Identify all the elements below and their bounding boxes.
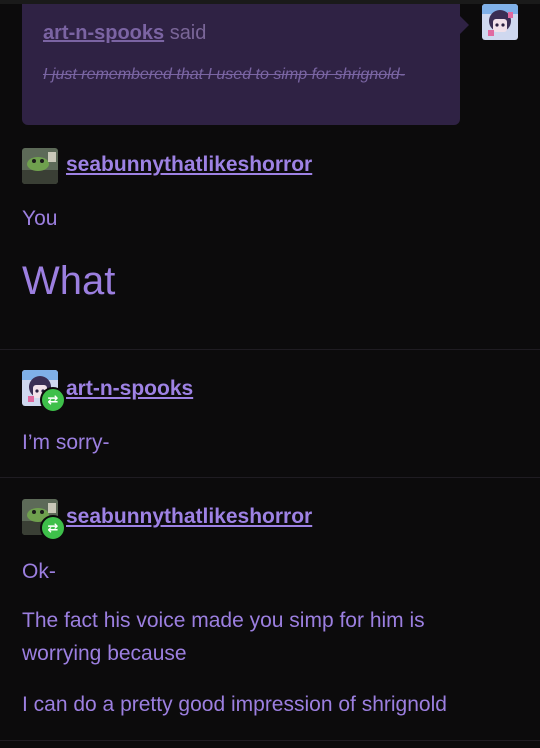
post-divider xyxy=(0,477,540,478)
quote-text: I just remembered that I used to simp fo… xyxy=(43,66,405,83)
post-username-link[interactable]: seabunnythatlikeshorror xyxy=(66,505,312,529)
post-text: I’m sorry- xyxy=(22,431,110,454)
quote-username-link[interactable]: art-n-spooks xyxy=(43,22,164,44)
post-text: Ok- xyxy=(22,560,56,583)
reblog-icon: ⇄ xyxy=(40,515,66,541)
post-text: I can do a pretty good impression of shr… xyxy=(22,693,447,716)
quote-attribution: art-n-spooks said xyxy=(43,22,206,45)
avatar-art-n-spooks-top[interactable] xyxy=(482,4,518,40)
quoted-post-bubble: art-n-spooks said I just remembered that… xyxy=(22,4,469,125)
post-username-link[interactable]: art-n-spooks xyxy=(66,377,193,401)
post-big-text: What xyxy=(22,259,116,303)
post-text: You xyxy=(22,207,58,230)
post-text: worrying because xyxy=(22,642,187,665)
post-divider xyxy=(0,740,540,741)
quote-said-label: said xyxy=(169,22,207,44)
post-username-link[interactable]: seabunnythatlikeshorror xyxy=(66,153,312,177)
post-divider xyxy=(0,349,540,350)
reblog-icon: ⇄ xyxy=(40,387,66,413)
avatar-seabunny[interactable] xyxy=(22,148,58,184)
post-text: The fact his voice made you simp for him… xyxy=(22,609,425,632)
